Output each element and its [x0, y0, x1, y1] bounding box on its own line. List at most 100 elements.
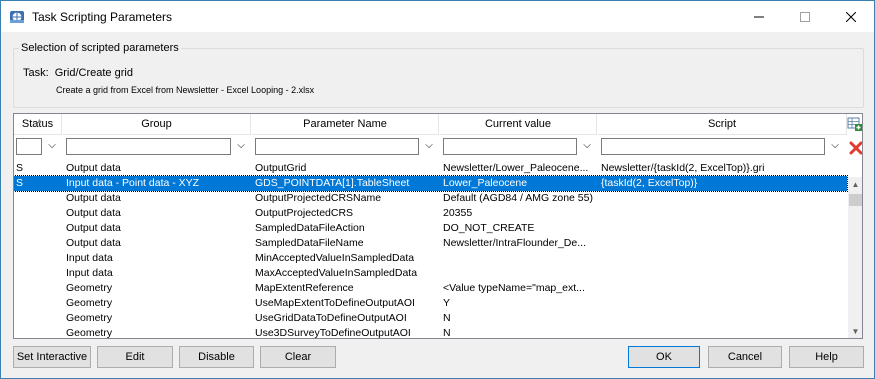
table-row[interactable]: Output data SampledDataFileName Newslett…: [14, 236, 847, 251]
filter-script: ⌵: [598, 136, 847, 156]
close-button[interactable]: [828, 1, 874, 32]
cell-value: Lower_Paleocene: [443, 177, 528, 189]
table-row[interactable]: Input data MaxAcceptedValueInSampledData: [14, 266, 847, 281]
task-value: Grid/Create grid: [54, 67, 133, 79]
clear-button[interactable]: Clear: [260, 346, 336, 368]
maximize-icon: [800, 11, 810, 22]
cell-group: Geometry: [66, 312, 113, 324]
scroll-down-arrow-icon[interactable]: ▼: [848, 324, 862, 338]
cell-value: 20355: [443, 207, 473, 219]
cell-parameter: GDS_POINTDATA[1].TableSheet: [255, 177, 410, 189]
cell-value: N: [443, 312, 451, 324]
cell-script: {taskId(2, ExcelTop)}: [601, 177, 698, 189]
chevron-down-icon[interactable]: ⌵: [234, 137, 248, 155]
cancel-button[interactable]: Cancel: [708, 346, 782, 368]
table-row[interactable]: Geometry UseMapExtentToDefineOutputAOI Y: [14, 296, 847, 311]
table-row-selected[interactable]: S Input data - Point data - XYZ GDS_POIN…: [14, 175, 848, 192]
column-header-script[interactable]: Script: [598, 114, 847, 135]
cell-parameter: SampledDataFileAction: [255, 222, 365, 234]
filter-parameter: ⌵: [252, 136, 439, 156]
close-icon: [846, 11, 856, 22]
app-globe-icon: [10, 11, 24, 23]
table-row[interactable]: Geometry Use3DSurveyToDefineOutputAOI N: [14, 326, 847, 339]
task-row: Task: Grid/Create grid: [23, 67, 133, 79]
filter-group-input[interactable]: [66, 138, 231, 155]
cell-group: Geometry: [66, 282, 113, 294]
table-row[interactable]: Output data OutputProjectedCRSName Defau…: [14, 191, 847, 206]
column-header-parameter-name[interactable]: Parameter Name: [252, 114, 439, 135]
minimize-icon: [754, 16, 764, 17]
cell-value: Newsletter/Lower_Paleocene...: [443, 162, 589, 174]
scroll-up-arrow-icon[interactable]: ▲: [848, 177, 862, 192]
scrollbar-thumb[interactable]: [849, 194, 862, 206]
cell-parameter: UseGridDataToDefineOutputAOI: [255, 312, 407, 324]
chevron-down-icon[interactable]: ⌵: [580, 137, 594, 155]
table-row[interactable]: Input data MinAcceptedValueInSampledData: [14, 251, 847, 266]
chevron-down-icon[interactable]: ⌵: [828, 137, 842, 155]
maximize-button[interactable]: [782, 1, 828, 32]
groupbox-legend: Selection of scripted parameters: [19, 42, 181, 54]
table-row[interactable]: Output data OutputProjectedCRS 20355: [14, 206, 847, 221]
cell-group: Input data: [66, 267, 113, 279]
cell-value: DO_NOT_CREATE: [443, 222, 535, 234]
table-add-icon[interactable]: [847, 116, 863, 132]
cell-group: Input data - Point data - XYZ: [66, 177, 200, 189]
filter-value: ⌵: [440, 136, 597, 156]
filter-script-input[interactable]: [601, 138, 825, 155]
cell-parameter: OutputProjectedCRSName: [255, 192, 382, 204]
selection-groupbox: [13, 48, 864, 108]
cell-group: Geometry: [66, 297, 113, 309]
edit-button[interactable]: Edit: [97, 346, 173, 368]
table-row[interactable]: S Output data OutputGrid Newsletter/Lowe…: [14, 161, 847, 176]
cell-status: S: [16, 162, 24, 174]
cell-value: Y: [443, 297, 451, 309]
cell-value: <Value typeName="map_ext...: [443, 282, 585, 294]
cell-parameter: MapExtentReference: [255, 282, 354, 294]
window-title: Task Scripting Parameters: [32, 10, 173, 24]
cell-group: Output data: [66, 207, 121, 219]
cell-parameter: Use3DSurveyToDefineOutputAOI: [255, 327, 411, 339]
vertical-scrollbar[interactable]: ▲ ▼: [848, 177, 862, 338]
dialog-window: Task Scripting Parameters Selection of s…: [0, 0, 875, 379]
red-x-icon[interactable]: [848, 140, 863, 156]
sort-indicator-icon: ▲: [36, 118, 43, 125]
ok-button[interactable]: OK: [628, 346, 700, 368]
cell-group: Output data: [66, 162, 121, 174]
cell-group: Geometry: [66, 327, 113, 339]
filter-value-input[interactable]: [443, 138, 577, 155]
title-bar: Task Scripting Parameters: [1, 1, 874, 32]
cell-group: Output data: [66, 237, 121, 249]
cell-group: Input data: [66, 252, 113, 264]
column-header-current-value[interactable]: Current value: [440, 114, 597, 135]
filter-parameter-input[interactable]: [255, 138, 419, 155]
cell-value: N: [443, 327, 451, 339]
cell-parameter: MinAcceptedValueInSampledData: [255, 252, 415, 264]
filter-status-input[interactable]: [16, 138, 42, 155]
table-row[interactable]: Geometry UseGridDataToDefineOutputAOI N: [14, 311, 847, 326]
cell-parameter: SampledDataFileName: [255, 237, 364, 249]
cell-group: Output data: [66, 222, 121, 234]
filter-group: ⌵: [63, 136, 251, 156]
cell-parameter: OutputGrid: [255, 162, 307, 174]
minimize-button[interactable]: [736, 1, 782, 32]
cell-script: Newsletter/{taskId(2, ExcelTop)}.gri: [601, 162, 765, 174]
task-label: Task:: [23, 67, 49, 79]
help-button[interactable]: Help: [789, 346, 864, 368]
set-interactive-button[interactable]: Set Interactive: [13, 346, 91, 368]
cell-value: Newsletter/IntraFlounder_De...: [443, 237, 586, 249]
column-header-group[interactable]: Group: [63, 114, 251, 135]
chevron-down-icon[interactable]: ⌵: [45, 137, 59, 155]
cell-parameter: MaxAcceptedValueInSampledData: [255, 267, 418, 279]
cell-group: Output data: [66, 192, 121, 204]
task-description: Create a grid from Excel from Newsletter…: [56, 85, 315, 95]
column-header-status[interactable]: ▲ Status: [14, 114, 62, 135]
cell-value: Default (AGD84 / AMG zone 55): [443, 192, 593, 204]
cell-parameter: OutputProjectedCRS: [255, 207, 354, 219]
table-row[interactable]: Output data SampledDataFileAction DO_NOT…: [14, 221, 847, 236]
cell-status: S: [16, 177, 24, 189]
table-row[interactable]: Geometry MapExtentReference <Value typeN…: [14, 281, 847, 296]
chevron-down-icon[interactable]: ⌵: [422, 137, 436, 155]
disable-button[interactable]: Disable: [179, 346, 254, 368]
parameters-grid: ▲ Status Group Parameter Name Current va…: [13, 113, 863, 339]
filter-status: ⌵: [14, 136, 62, 156]
